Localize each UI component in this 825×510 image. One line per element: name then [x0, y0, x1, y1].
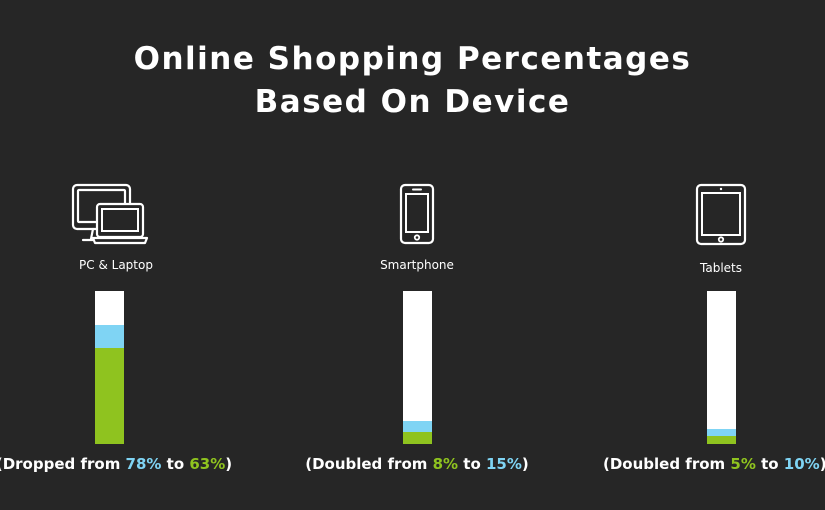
caption-second-value: 15% — [486, 455, 522, 473]
bar-tablets — [707, 291, 736, 444]
infographic: { "title": { "line1": "Online Shopping P… — [0, 0, 825, 510]
caption-tablets: (Doubled from 5% to 10%) — [603, 455, 825, 473]
bar-segment-current — [95, 347, 124, 444]
caption-middle: to — [755, 455, 784, 473]
caption-middle: to — [458, 455, 486, 473]
bar-smartphone — [403, 291, 432, 444]
chart-title: Online Shopping Percentages Based On Dev… — [0, 38, 825, 124]
bar-pc-laptop — [95, 291, 124, 444]
chart-title-line-2: Based On Device — [254, 84, 571, 120]
chart-title-line-1: Online Shopping Percentages — [133, 41, 692, 77]
smartphone-icon — [399, 183, 435, 245]
caption-prefix: (Doubled from — [603, 455, 731, 473]
caption-suffix: ) — [225, 455, 233, 473]
caption-suffix: ) — [521, 455, 529, 473]
caption-middle: to — [161, 455, 190, 473]
device-label-tablets: Tablets — [700, 261, 742, 275]
caption-pc-laptop: (Dropped from 78% to 63%) — [0, 455, 274, 473]
caption-second-value: 63% — [189, 455, 226, 473]
tablet-icon — [695, 183, 747, 246]
caption-suffix: ) — [820, 455, 825, 473]
caption-prefix: (Dropped from — [0, 455, 126, 473]
caption-first-value: 78% — [125, 455, 162, 473]
caption-second-value: 10% — [783, 455, 820, 473]
caption-prefix: (Doubled from — [305, 455, 433, 473]
bar-segment-previous — [403, 431, 432, 444]
device-label-pc-laptop: PC & Laptop — [79, 258, 153, 272]
caption-smartphone: (Doubled from 8% to 15%) — [257, 455, 577, 473]
device-label-smartphone: Smartphone — [380, 258, 454, 272]
computer-laptop-icon — [71, 183, 149, 245]
caption-first-value: 5% — [730, 455, 756, 473]
caption-first-value: 8% — [432, 455, 459, 473]
bar-segment-previous — [707, 436, 736, 444]
